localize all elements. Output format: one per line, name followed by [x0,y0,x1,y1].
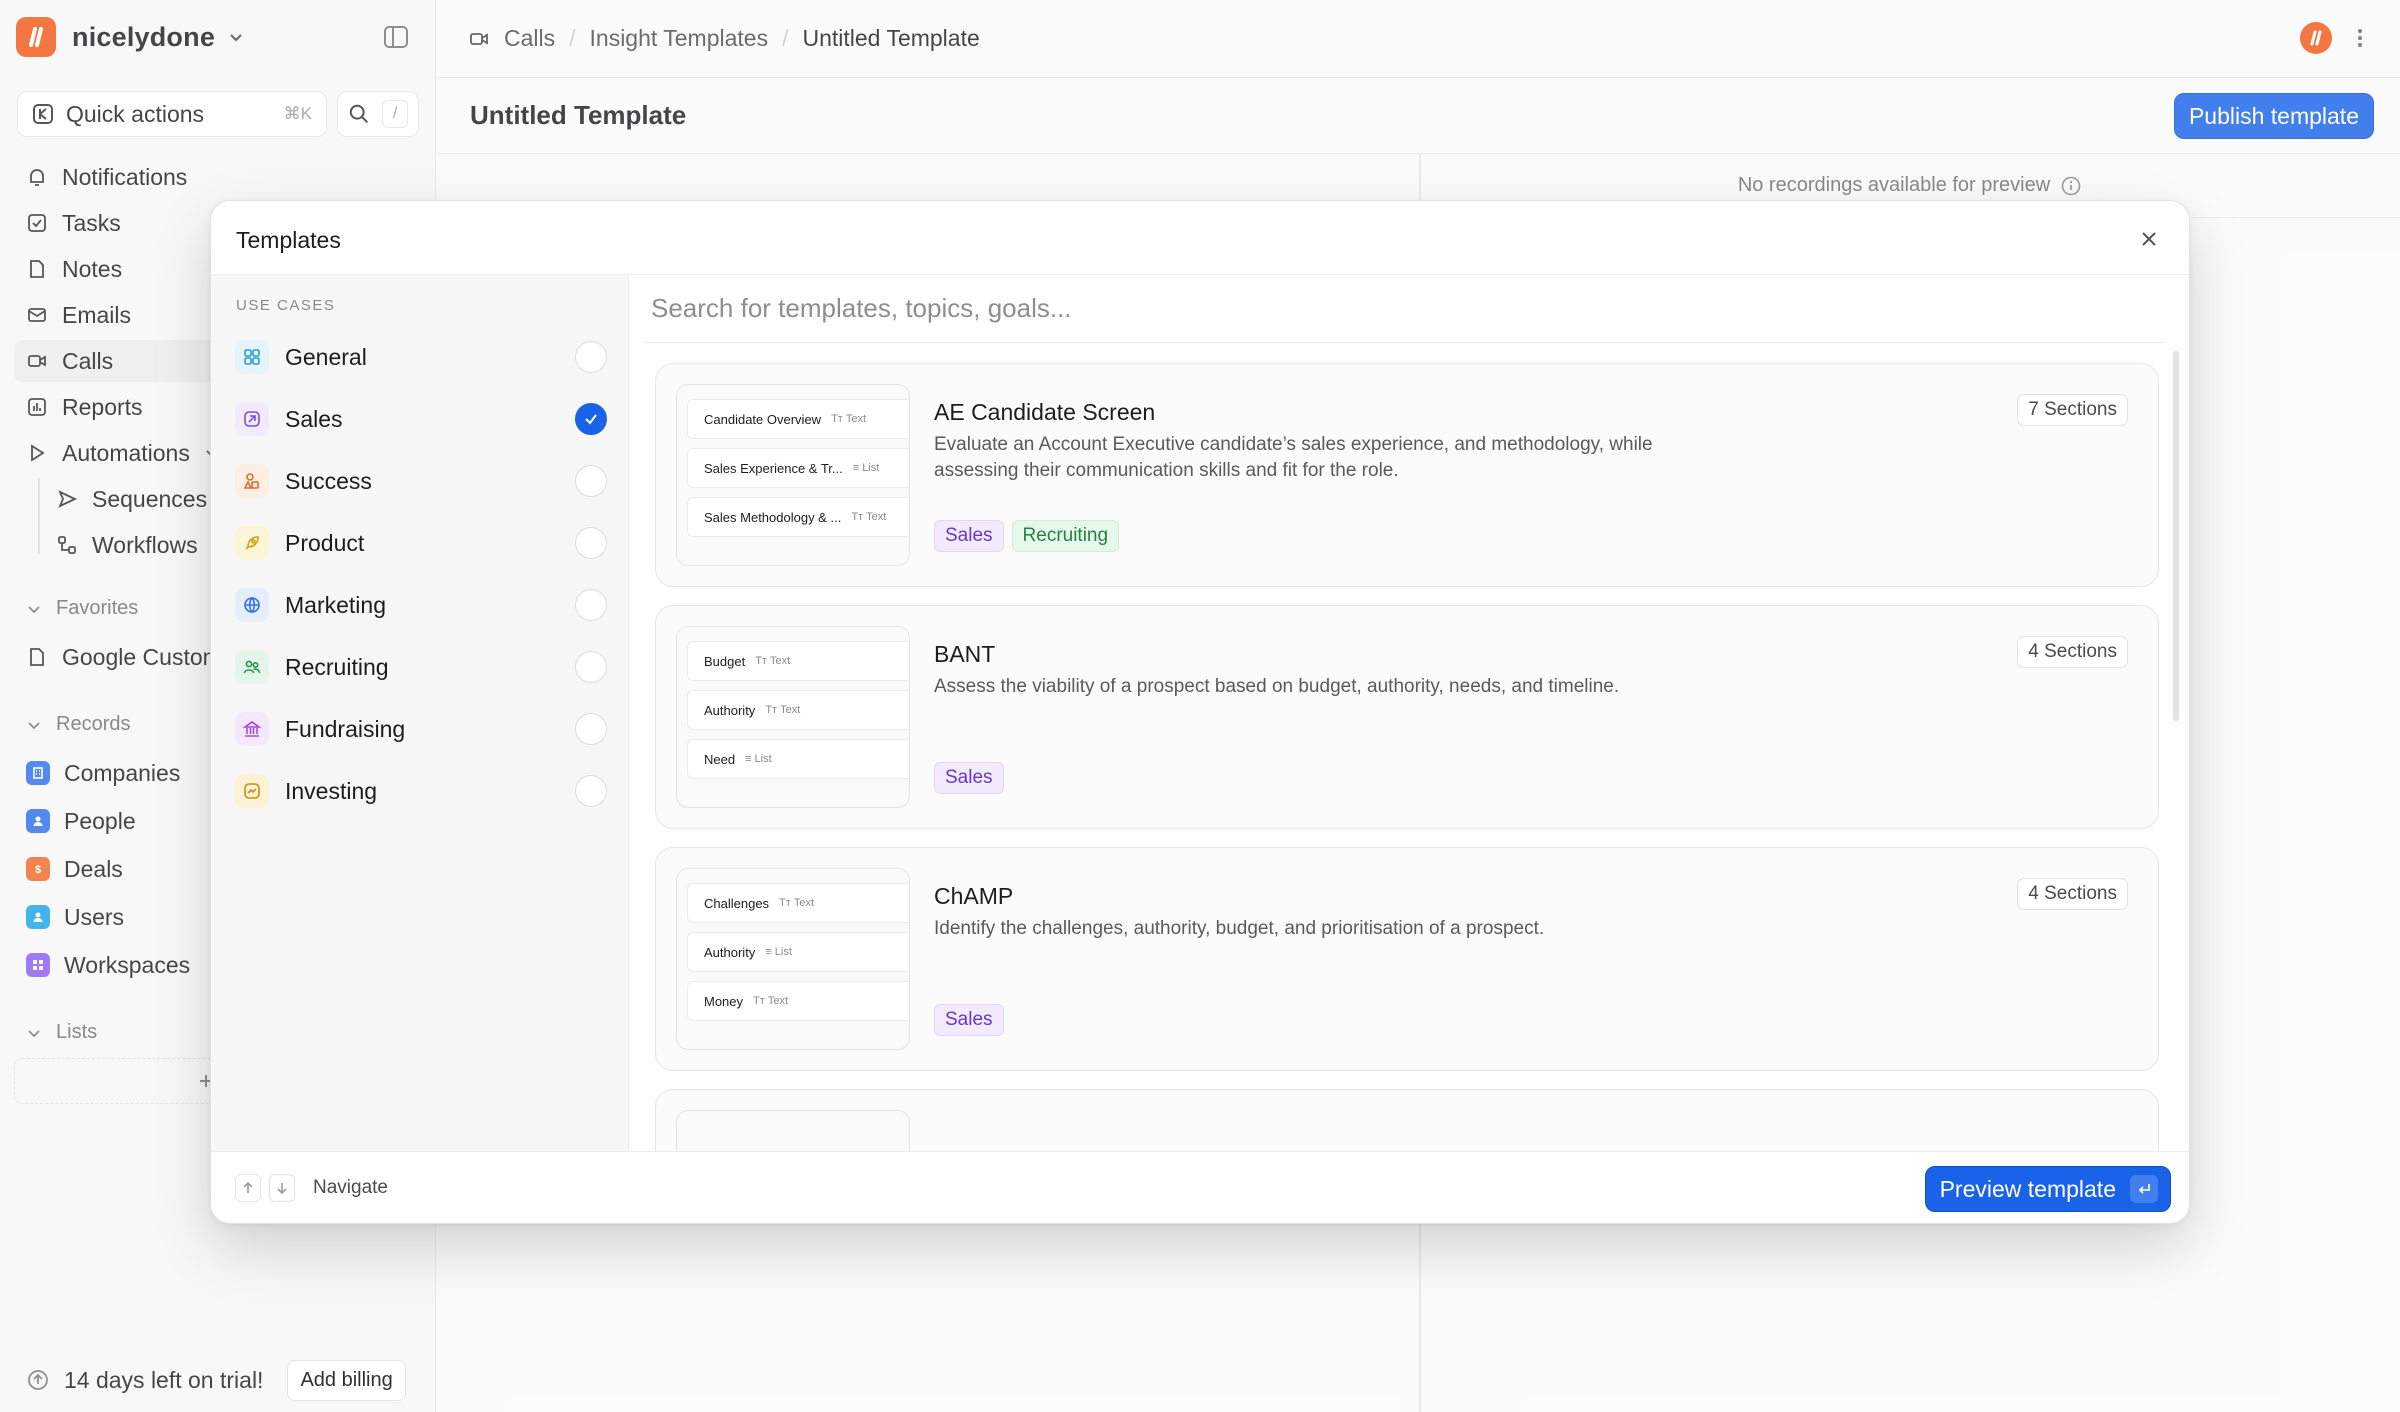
template-tags: Sales Recruiting [934,520,1120,552]
use-case-checkbox[interactable] [575,713,607,745]
use-case-label: Investing [285,777,378,804]
template-description: Evaluate an Account Executive candidate’… [934,434,1653,481]
template-search-input[interactable]: Search for templates, topics, goals... [645,275,2165,343]
navigate-hint: Navigate [235,1174,388,1202]
use-case-sales[interactable]: Sales [235,397,607,441]
preview-section-row: Challenges Tт Text [687,883,909,923]
use-case-product[interactable]: Product [235,521,607,565]
arrow-up-icon [243,1181,253,1193]
preview-section-row: Need ≡ List [687,739,909,779]
use-case-label: Marketing [285,591,386,618]
preview-section-row: Budget Tт Text [687,641,909,681]
templates-modal: Templates USE CASES General Sales Success P… [210,200,2190,1224]
use-case-label: Success [285,467,372,494]
preview-section-row: Money Tт Text [687,981,909,1021]
users-icon [235,650,269,684]
template-title: AE Candidate Screen [934,399,1156,425]
use-cases-panel: USE CASES General Sales Success Product Mark… [211,275,629,1151]
use-case-checkbox[interactable] [575,589,607,621]
tag-sales: Sales [934,520,1004,552]
use-case-label: Fundraising [285,715,406,742]
preview-section-row: Authority ≡ List [687,932,909,972]
enter-icon [2130,1175,2158,1203]
modal-header: Templates [211,201,2189,275]
use-cases-header: USE CASES [236,297,336,314]
bank-icon [235,712,269,746]
use-case-checkbox[interactable] [575,341,607,373]
template-preview-thumbnail: Budget Tт Text Authority Tт Text Need ≡ List [676,626,910,808]
arrow-up-key [235,1174,261,1202]
use-case-checkbox[interactable] [575,465,607,497]
use-case-label: General [285,343,367,370]
template-card[interactable]: Candidate Overview Tт Text Sales Experienc… [655,363,2159,587]
use-case-checkbox[interactable] [575,775,607,807]
use-case-marketing[interactable]: Marketing [235,583,607,627]
use-case-label: Recruiting [285,653,389,680]
modal-title: Templates [236,227,341,253]
use-case-fundraising[interactable]: Fundraising [235,707,607,751]
use-case-recruiting[interactable]: Recruiting [235,645,607,689]
preview-section-row: Sales Methodology & ... Tт Text [687,497,909,537]
close-icon[interactable] [2139,229,2159,249]
grid-icon [235,340,269,374]
tag-recruiting: Recruiting [1011,520,1120,552]
navigate-label: Navigate [313,1177,388,1198]
scrollbar[interactable] [2173,351,2179,721]
use-case-investing[interactable]: Investing [235,769,607,813]
preview-template-button[interactable]: Preview template [1924,1166,2171,1212]
use-case-checkbox[interactable] [575,651,607,683]
check-icon [585,414,597,425]
arrow-up-right-icon [235,402,269,436]
arrow-down-key [269,1174,295,1202]
template-tags: Sales [934,1004,1004,1036]
template-card[interactable]: Budget Tт Text Authority Tт Text Need ≡ List B… [655,605,2159,829]
tag-sales: Sales [934,762,1004,794]
sections-count-badge: 4 Sections [2017,878,2128,910]
use-case-label: Sales [285,405,343,432]
use-case-label: Product [285,529,365,556]
globe-icon [235,588,269,622]
use-case-general[interactable]: General [235,335,607,379]
templates-panel: Search for templates, topics, goals... C… [629,275,2189,1223]
template-title: BANT [934,641,996,667]
rocket-icon [235,526,269,560]
use-case-checkbox[interactable] [575,527,607,559]
template-description: Assess the viability of a prospect based… [934,676,1620,697]
preview-section-row: Authority Tт Text [687,690,909,730]
tag-sales: Sales [934,1004,1004,1036]
sections-count-badge: 4 Sections [2017,636,2128,668]
modal-footer: Navigate Preview template [211,1151,2189,1223]
template-card[interactable]: Challenges Tт Text Authority ≡ List Money Tт … [655,847,2159,1071]
template-description: Identify the challenges, authority, budg… [934,918,1545,939]
template-preview-thumbnail: Candidate Overview Tт Text Sales Experienc… [676,384,910,566]
preview-section-row: Sales Experience & Tr... ≡ List [687,448,909,488]
shapes-icon [235,464,269,498]
trend-icon [235,774,269,808]
arrow-down-icon [277,1183,287,1195]
use-case-checkbox[interactable] [575,403,607,435]
template-title: ChAMP [934,883,1014,909]
use-case-success[interactable]: Success [235,459,607,503]
template-tags: Sales [934,762,1004,794]
sections-count-badge: 7 Sections [2017,394,2128,426]
template-preview-thumbnail: Challenges Tт Text Authority ≡ List Money Tт … [676,868,910,1050]
preview-section-row: Candidate Overview Tт Text [687,399,909,439]
